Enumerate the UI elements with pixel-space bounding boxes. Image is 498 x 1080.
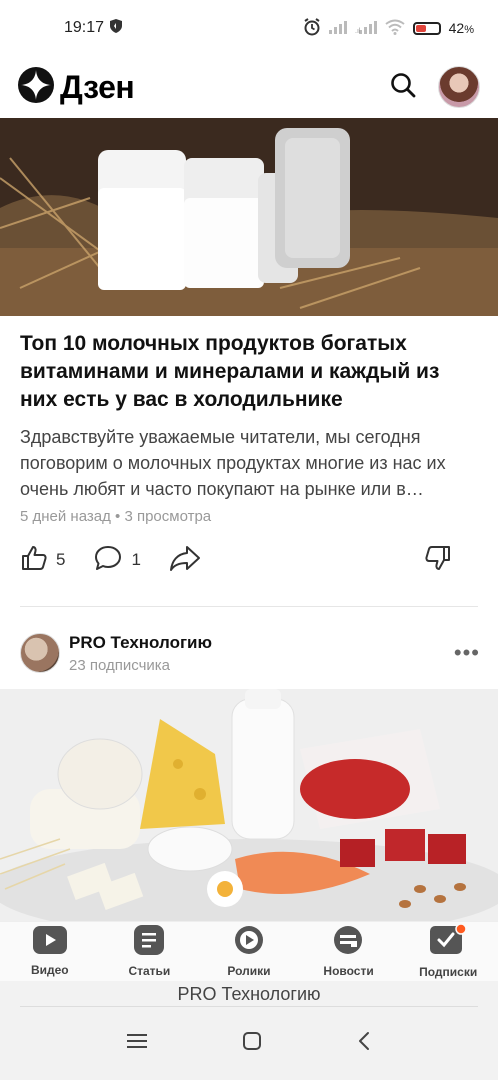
feed-divider bbox=[20, 606, 478, 607]
system-nav-bar bbox=[0, 1007, 498, 1080]
logo-text: Дзен bbox=[60, 68, 135, 105]
menu-icon[interactable] bbox=[127, 1033, 148, 1054]
shield-icon bbox=[110, 18, 123, 38]
status-time-group: 19:17 bbox=[64, 18, 123, 38]
article-actions: 5 1 bbox=[20, 540, 480, 580]
wifi-icon bbox=[385, 19, 405, 38]
comment-icon bbox=[93, 544, 123, 577]
nav-label-articles: Статьи bbox=[128, 964, 171, 978]
news-icon bbox=[333, 925, 365, 960]
nav-label-video: Видео bbox=[30, 963, 69, 977]
channel-header: PRO Технологию 23 подписчика ••• bbox=[20, 630, 480, 676]
video-icon bbox=[32, 926, 67, 959]
nav-label-news: Новости bbox=[323, 964, 374, 978]
dzen-logo[interactable]: Дзен bbox=[18, 66, 135, 108]
battery-percent: 42 bbox=[448, 20, 465, 36]
food-illustration bbox=[0, 689, 498, 921]
nav-item-video[interactable]: Видео bbox=[0, 922, 100, 981]
nav-item-clips[interactable]: Ролики bbox=[199, 922, 299, 981]
back-icon[interactable] bbox=[357, 1031, 371, 1056]
like-count: 5 bbox=[56, 550, 66, 569]
comment-button[interactable]: 1 bbox=[93, 544, 141, 577]
alarm-icon bbox=[303, 17, 321, 39]
clips-icon bbox=[234, 925, 264, 960]
article-snippet[interactable]: Здравствуйте уважаемые читатели, мы сего… bbox=[20, 424, 482, 502]
nav-label-subscriptions: Подписки bbox=[419, 965, 478, 979]
signal-icon: .ıl bbox=[355, 20, 377, 37]
bottom-nav: Видео Статьи Ролики Новости Подписки bbox=[0, 921, 498, 981]
share-button[interactable] bbox=[169, 544, 201, 577]
nav-label-clips: Ролики bbox=[227, 964, 271, 978]
bottom-sheet-title: PRO Технологию bbox=[0, 981, 498, 1007]
nav-item-subscriptions[interactable]: Подписки bbox=[398, 922, 498, 981]
dzen-logo-icon bbox=[18, 66, 54, 108]
channel-subscribers: 23 подписчика bbox=[69, 656, 171, 674]
battery-label: 42% bbox=[449, 20, 474, 36]
signal-icon bbox=[328, 20, 347, 37]
article-image[interactable] bbox=[0, 118, 498, 316]
articles-icon bbox=[134, 925, 165, 960]
thumbs-down-icon bbox=[424, 544, 452, 577]
battery-body bbox=[412, 21, 441, 35]
header-actions bbox=[390, 66, 480, 108]
milk-illustration bbox=[0, 118, 498, 316]
avatar[interactable] bbox=[438, 66, 480, 108]
nav-item-articles[interactable]: Статьи bbox=[100, 922, 200, 981]
svg-text:.ıl: .ıl bbox=[355, 28, 361, 34]
channel-info: PRO Технологию 23 подписчика bbox=[69, 633, 212, 674]
share-icon bbox=[169, 544, 201, 577]
battery-icon bbox=[412, 21, 441, 35]
home-icon[interactable] bbox=[242, 1031, 262, 1056]
article-meta: 5 дней назад • 3 просмотра bbox=[20, 508, 212, 525]
battery-fill bbox=[415, 24, 426, 32]
channel-name[interactable]: PRO Технологию bbox=[69, 633, 212, 653]
dislike-button[interactable] bbox=[424, 544, 452, 577]
battery-unit: % bbox=[464, 24, 474, 36]
more-options-button[interactable]: ••• bbox=[454, 640, 480, 666]
channel-avatar[interactable] bbox=[20, 633, 60, 673]
status-icons: .ıl 42% bbox=[303, 17, 474, 39]
thumbs-up-icon bbox=[20, 544, 48, 577]
article-title[interactable]: Топ 10 молочных продуктов богатых витами… bbox=[20, 330, 480, 414]
like-button[interactable]: 5 bbox=[20, 544, 65, 577]
search-icon[interactable] bbox=[390, 72, 416, 103]
nav-item-news[interactable]: Новости bbox=[299, 922, 399, 981]
status-bar: 19:17 .ıl 42% bbox=[0, 0, 498, 56]
comment-count: 1 bbox=[131, 550, 141, 569]
subscriptions-icon bbox=[430, 923, 467, 961]
status-time: 19:17 bbox=[64, 19, 105, 36]
card-image[interactable] bbox=[0, 689, 498, 921]
app-header: Дзен bbox=[0, 56, 498, 118]
